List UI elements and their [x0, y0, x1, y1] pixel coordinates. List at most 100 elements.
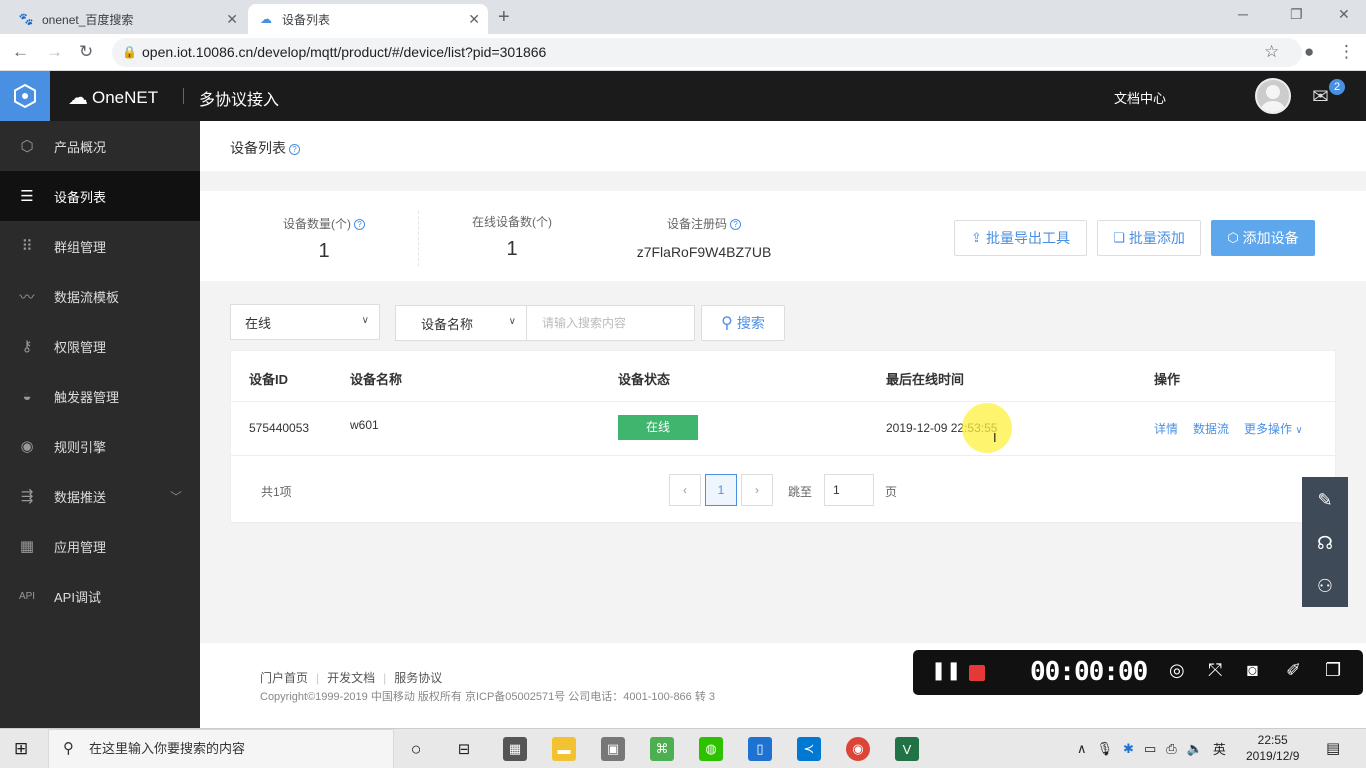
app-icon[interactable]: ▣: [601, 737, 625, 761]
excel-icon[interactable]: V: [895, 737, 919, 761]
file-explorer-icon[interactable]: ▬: [552, 737, 576, 761]
sidebar-item-label: 触发器管理: [54, 389, 120, 405]
pause-icon[interactable]: ❚❚: [931, 660, 961, 681]
bluetooth-icon[interactable]: ✱: [1123, 741, 1134, 757]
button-label: 批量导出工具: [985, 230, 1070, 246]
profile-icon[interactable]: ●: [1304, 42, 1314, 62]
lock-icon: 🔒: [122, 45, 137, 59]
page-button-current[interactable]: 1: [705, 474, 737, 506]
window-icon[interactable]: ❐: [1325, 660, 1341, 681]
device-id-cell: 575440053: [249, 421, 310, 435]
notification-icon[interactable]: ▤: [1326, 739, 1340, 757]
task-view-icon[interactable]: ⊟: [452, 737, 476, 761]
prev-page-button[interactable]: ‹: [669, 474, 701, 506]
camera-icon[interactable]: ◙: [1247, 660, 1258, 681]
chevron-up-icon[interactable]: ∧: [1077, 741, 1087, 757]
total-count: 共1项: [261, 485, 292, 499]
sidebar-item-datastream[interactable]: 〰 数据流模板: [0, 271, 200, 321]
datastream-link[interactable]: 数据流: [1193, 420, 1229, 437]
footer-link-docs[interactable]: 开发文档: [327, 671, 375, 685]
sidebar-item-data-push[interactable]: ⇶ 数据推送 ﹀: [0, 471, 200, 521]
divider: |: [383, 671, 387, 685]
restore-icon[interactable]: ❐: [1290, 6, 1303, 23]
ime-indicator[interactable]: 英: [1213, 739, 1226, 758]
wechat-icon[interactable]: ◍: [699, 737, 723, 761]
sidebar-item-label: 数据流模板: [54, 289, 120, 305]
browser-tab-device-list[interactable]: ☁ 设备列表 ✕: [248, 4, 488, 34]
onenet-logo-icon[interactable]: [0, 71, 50, 121]
chrome-icon[interactable]: ◉: [846, 737, 870, 761]
copyright: Copyright©1999-2019 中国移动 版权所有 京ICP备05002…: [260, 691, 716, 703]
bookmark-star-icon[interactable]: ☆: [1264, 42, 1279, 62]
sidebar-item-api-debug[interactable]: API API调试: [0, 571, 200, 621]
minimize-icon[interactable]: ─: [1238, 6, 1248, 22]
vscode-icon[interactable]: ≺: [797, 737, 821, 761]
help-icon[interactable]: ?: [289, 143, 300, 155]
search-button[interactable]: ⚲ 搜索: [701, 305, 785, 341]
cloud-icon: ☁: [260, 12, 272, 26]
region-icon[interactable]: ◎: [1169, 660, 1185, 681]
close-tab-icon[interactable]: ✕: [468, 11, 480, 28]
menu-dots-icon[interactable]: ⋮: [1338, 42, 1355, 62]
windows-start-icon[interactable]: ⊞: [14, 739, 28, 759]
reload-icon[interactable]: ↻: [79, 42, 93, 62]
avatar[interactable]: [1255, 78, 1291, 114]
column-header: 设备ID: [249, 372, 289, 387]
close-window-icon[interactable]: ✕: [1338, 6, 1350, 23]
fullscreen-icon[interactable]: ⤧: [1208, 660, 1222, 681]
device-count-stat: 设备数量(个)? 1: [260, 215, 388, 263]
browser-tab-baidu[interactable]: 🐾 onenet_百度搜索 ✕: [8, 4, 246, 34]
battery-icon[interactable]: ▭: [1144, 741, 1156, 757]
sidebar-item-permissions[interactable]: ⚷ 权限管理: [0, 321, 200, 371]
headset-icon[interactable]: ☊: [1302, 522, 1348, 565]
export-tool-button[interactable]: ⇪ 批量导出工具: [954, 220, 1087, 256]
back-icon[interactable]: ←: [12, 42, 29, 62]
user-add-icon[interactable]: ⚇: [1302, 565, 1348, 608]
phone-app-icon[interactable]: ▯: [748, 737, 772, 761]
status-select[interactable]: 在线 ∨: [230, 304, 380, 340]
sidebar-item-apps[interactable]: ▦ 应用管理: [0, 521, 200, 571]
sidebar-item-rules[interactable]: ◉ 规则引擎: [0, 421, 200, 471]
search-input[interactable]: 请输入搜索内容: [526, 305, 695, 341]
footer-link-terms[interactable]: 服务协议: [394, 671, 442, 685]
paw-icon: 🐾: [18, 12, 34, 26]
pen-icon[interactable]: ✐: [1286, 660, 1301, 681]
next-page-button[interactable]: ›: [741, 474, 773, 506]
microphone-icon[interactable]: 🎙: [1097, 741, 1114, 757]
page-title: 设备列表: [230, 140, 286, 156]
mail-icon[interactable]: ✉: [1312, 84, 1329, 109]
stop-icon[interactable]: [969, 665, 985, 681]
batch-add-button[interactable]: ❏ 批量添加: [1097, 220, 1201, 256]
url-field[interactable]: 🔒 open.iot.10086.cn/develop/mqtt/product…: [112, 38, 1302, 67]
network-app-icon[interactable]: ⌘: [650, 737, 674, 761]
new-tab-icon[interactable]: +: [498, 6, 510, 29]
more-actions-link[interactable]: 更多操作 ∨: [1244, 420, 1303, 437]
sidebar-item-triggers[interactable]: ◒ 触发器管理: [0, 371, 200, 421]
edit-icon[interactable]: ✎: [1302, 479, 1348, 522]
cube-icon: ⬡: [20, 138, 34, 155]
cortana-icon[interactable]: ○: [404, 737, 428, 761]
help-icon[interactable]: ?: [730, 219, 741, 231]
calculator-icon[interactable]: ▦: [503, 737, 527, 761]
taskbar-search-input[interactable]: ⚲ 在这里输入你要搜索的内容: [48, 729, 394, 768]
clock-time: 22:55: [1257, 733, 1288, 747]
sidebar-item-overview[interactable]: ⬡ 产品概况: [0, 121, 200, 171]
search-field-select[interactable]: 设备名称 ∨: [395, 305, 527, 341]
system-tray: ∧ 🎙 ✱ ▭ ⎙ 🔈 英: [1077, 739, 1226, 758]
taskbar-clock[interactable]: 22:55 2019/12/9: [1246, 732, 1299, 764]
volume-icon[interactable]: 🔈: [1187, 741, 1203, 757]
sidebar-item-groups[interactable]: ⠿ 群组管理: [0, 221, 200, 271]
forward-icon[interactable]: →: [46, 42, 63, 62]
address-bar-row: ← → ↻ 🔒 open.iot.10086.cn/develop/mqtt/p…: [0, 34, 1366, 71]
add-device-button[interactable]: ⬡ 添加设备: [1211, 220, 1315, 256]
brand-logo[interactable]: ☁ OneNET: [68, 85, 158, 110]
network-icon[interactable]: ⎙: [1166, 741, 1176, 757]
jump-page-input[interactable]: 1: [824, 474, 874, 506]
footer-link-home[interactable]: 门户首页: [260, 671, 308, 685]
details-link[interactable]: 详情: [1154, 420, 1178, 437]
close-tab-icon[interactable]: ✕: [226, 11, 238, 28]
column-header: 操作: [1154, 372, 1181, 387]
sidebar-item-device-list[interactable]: ☰ 设备列表: [0, 171, 200, 221]
help-icon[interactable]: ?: [354, 219, 365, 231]
doc-center-link[interactable]: 文档中心: [1114, 88, 1166, 107]
